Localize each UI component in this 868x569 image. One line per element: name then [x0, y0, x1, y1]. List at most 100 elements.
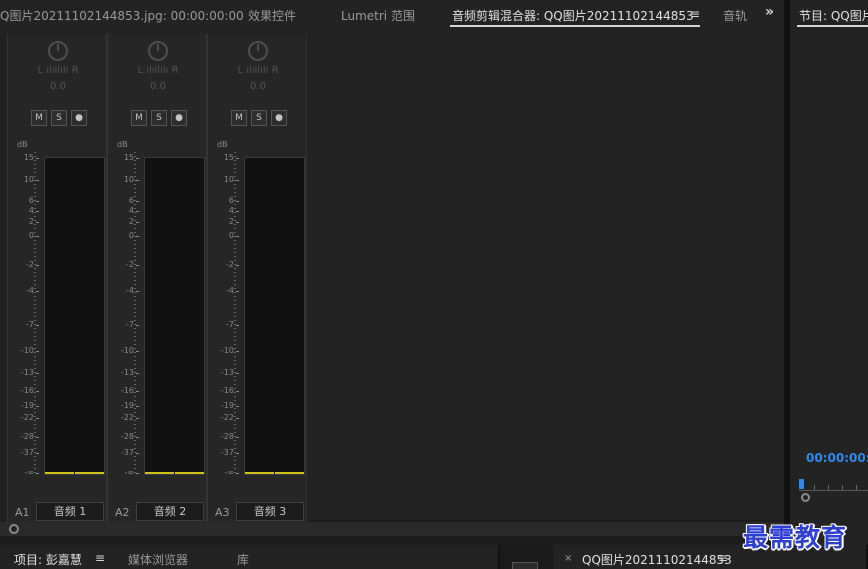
db-tick-label: -37 [20, 448, 40, 457]
db-tick-label: -13 [120, 368, 140, 377]
track-name[interactable]: 音频 2 [136, 502, 204, 521]
db-tick-label: -∞ [224, 468, 239, 477]
db-tick-label: -13 [220, 368, 240, 377]
db-tick-label: 10 [123, 175, 140, 184]
panel-menu-icon[interactable]: ≡ [95, 551, 105, 565]
scroll-handle[interactable] [9, 524, 19, 534]
play-button[interactable] [512, 562, 538, 569]
panel-tab-bar: Q图片20211102144853.jpg: 00:00:00:00 效果控件 … [0, 0, 785, 30]
volume-fader[interactable] [134, 152, 136, 474]
mixer-horizontal-scrollbar[interactable] [0, 522, 785, 536]
bottom-panels: 项目: 彭嘉慧 ≡ 媒体浏览器 库 × QQ图片20211102144853 ≡ [0, 545, 868, 569]
pan-knob[interactable] [48, 41, 68, 61]
program-monitor-title[interactable]: 节目: QQ图片 [799, 7, 868, 24]
solo-button[interactable]: S [51, 110, 67, 126]
solo-button[interactable]: S [251, 110, 267, 126]
level-meter [44, 157, 105, 475]
db-label: dB [217, 140, 228, 149]
mic-icon[interactable]: ● [271, 110, 287, 126]
channel-id: A3 [215, 506, 230, 519]
tab-audio-clip-mixer[interactable]: 音频剪辑混合器: QQ图片20211102144853 [452, 7, 694, 24]
program-timecode[interactable]: 00:00:00:00 [806, 451, 868, 465]
watermark-logo: 最需教育 [743, 523, 848, 552]
db-tick-label: -10 [120, 346, 140, 355]
panel-menu-icon[interactable]: ≡ [690, 7, 700, 21]
solo-button[interactable]: S [151, 110, 167, 126]
db-tick-label: 10 [223, 175, 240, 184]
mute-button[interactable]: M [31, 110, 47, 126]
mute-button[interactable]: M [231, 110, 247, 126]
db-tick-label: -19 [120, 401, 140, 410]
db-tick-label: -2 [26, 260, 39, 269]
pan-lr-label: L ılıllılı R [137, 65, 179, 76]
meter-peak-line [145, 472, 204, 474]
ruler-tick [814, 485, 815, 490]
tab-timeline[interactable]: QQ图片20211102144853 [582, 551, 732, 568]
db-tick-label: -2 [126, 260, 139, 269]
db-tick-label: -7 [126, 320, 139, 329]
channel-id: A1 [15, 506, 30, 519]
time-ruler[interactable] [799, 490, 868, 491]
db-tick-label: -4 [126, 286, 139, 295]
ruler-tick [828, 485, 829, 490]
db-tick-label: 15 [223, 153, 240, 162]
db-tick-label: -16 [220, 386, 240, 395]
active-tab-underline [450, 25, 700, 27]
tab-audio-track-mixer[interactable]: 音轨 [723, 7, 747, 24]
db-tick-label: -19 [20, 401, 40, 410]
meter-peak-line [245, 472, 304, 474]
db-tick-label: -22 [120, 413, 140, 422]
tab-lumetri-scopes[interactable]: Lumetri 范围 [341, 7, 415, 24]
level-meter [244, 157, 305, 475]
db-tick-label: -16 [120, 386, 140, 395]
mixer-channel: L ılıllılı R 0.0 M S ● dB 15 10 6 4 2 0 -2 -4 -7… [207, 34, 307, 522]
tab-source-monitor[interactable]: Q图片20211102144853.jpg: 00:00:00:00 [0, 7, 244, 24]
level-meter [144, 157, 205, 475]
track-name[interactable]: 音频 1 [36, 502, 104, 521]
db-tick-label: -16 [20, 386, 40, 395]
ruler-tick [856, 485, 857, 490]
active-tab-underline [797, 25, 868, 27]
db-tick-label: -4 [226, 286, 239, 295]
pan-lr-label: L ılıllılı R [237, 65, 279, 76]
db-tick-label: -∞ [24, 468, 39, 477]
db-tick-label: -7 [26, 320, 39, 329]
channel-id: A2 [115, 506, 130, 519]
audio-clip-mixer-panel: L ılıllılı R 0.0 M S ● dB 15 10 6 4 2 0 -2 -4 -7… [0, 30, 785, 522]
mic-icon[interactable]: ● [71, 110, 87, 126]
volume-fader[interactable] [34, 152, 36, 474]
db-label: dB [17, 140, 28, 149]
pan-knob[interactable] [148, 41, 168, 61]
db-tick-label: -10 [220, 346, 240, 355]
track-name[interactable]: 音频 3 [236, 502, 304, 521]
program-monitor-panel: 节目: QQ图片 00:00:00:00 [790, 0, 868, 545]
tab-overflow-icon[interactable]: » [765, 4, 774, 20]
db-tick-label: -10 [20, 346, 40, 355]
db-tick-label: -7 [226, 320, 239, 329]
close-icon[interactable]: × [564, 553, 572, 564]
zoom-scroll-handle[interactable] [801, 493, 810, 502]
db-tick-label: -13 [20, 368, 40, 377]
panel-menu-icon[interactable]: ≡ [718, 551, 728, 565]
playhead-icon[interactable] [799, 479, 804, 489]
db-tick-label: -19 [220, 401, 240, 410]
pan-value[interactable]: 0.0 [8, 81, 108, 92]
db-tick-label: -2 [226, 260, 239, 269]
db-tick-label: 15 [23, 153, 40, 162]
db-tick-label: -22 [220, 413, 240, 422]
volume-fader[interactable] [234, 152, 236, 474]
pan-knob[interactable] [248, 41, 268, 61]
pan-value[interactable]: 0.0 [208, 81, 308, 92]
db-tick-label: -4 [26, 286, 39, 295]
pan-value[interactable]: 0.0 [108, 81, 208, 92]
mic-icon[interactable]: ● [171, 110, 187, 126]
tab-libraries[interactable]: 库 [237, 551, 249, 568]
tab-media-browser[interactable]: 媒体浏览器 [128, 551, 188, 568]
db-tick-label: 10 [23, 175, 40, 184]
tab-effect-controls[interactable]: 效果控件 [248, 7, 296, 24]
db-tick-label: 15 [123, 153, 140, 162]
db-tick-label: -37 [220, 448, 240, 457]
meter-peak-line [45, 472, 104, 474]
mute-button[interactable]: M [131, 110, 147, 126]
tab-project[interactable]: 项目: 彭嘉慧 [14, 551, 82, 568]
